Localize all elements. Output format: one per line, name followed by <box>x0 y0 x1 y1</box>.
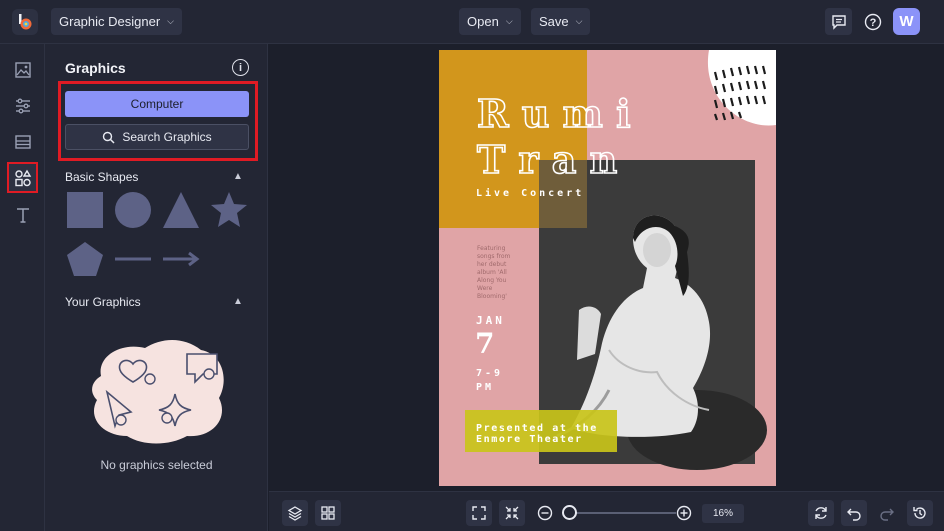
graphics-panel: Graphics i Computer Search Graphics Basi… <box>45 44 268 531</box>
expand-icon <box>472 506 486 520</box>
search-graphics-label: Search Graphics <box>122 130 212 144</box>
zoom-slider-handle[interactable] <box>562 505 577 520</box>
panel-title: Graphics <box>65 60 126 76</box>
help-button[interactable]: ? <box>859 8 886 35</box>
top-bar: Graphic Designer ⌵ Open ⌵ Save ⌵ ? W <box>0 0 944 44</box>
blurb-line: Along You <box>477 277 507 284</box>
poster-blurb: Featuring songs from her debut album 'Al… <box>477 245 511 300</box>
user-avatar[interactable]: W <box>893 8 920 35</box>
open-label: Open <box>467 14 499 29</box>
poster-subtitle: Live Concert <box>476 187 584 199</box>
star-shape[interactable] <box>209 192 249 228</box>
blurb-line: Featuring <box>477 245 506 252</box>
empty-graphics-illustration <box>92 340 224 444</box>
poster-presented-line2: Enmore Theater <box>476 434 583 445</box>
poster-presented-line1: Presented at the <box>476 423 598 434</box>
rail-adjust-button[interactable] <box>7 90 38 121</box>
tool-rail <box>0 44 45 531</box>
layout-icon <box>14 134 31 149</box>
rail-graphics-button[interactable] <box>7 162 38 193</box>
fit-screen-button[interactable] <box>466 500 492 526</box>
grid-button[interactable] <box>315 500 341 526</box>
search-icon <box>103 131 115 144</box>
poster-art: R u m i T r a n Live Concert Featuring s… <box>439 50 776 470</box>
comment-icon <box>831 14 846 30</box>
image-icon <box>14 61 31 78</box>
zoom-in-icon[interactable] <box>676 505 692 521</box>
svg-text:?: ? <box>869 17 876 29</box>
pentagon-shape[interactable] <box>65 242 105 278</box>
sliders-icon <box>15 98 30 113</box>
chevron-down-icon: ⌵ <box>167 16 174 26</box>
history-button[interactable] <box>907 500 933 526</box>
blurb-line: album 'All <box>477 269 507 276</box>
poster-day: 7 <box>475 327 494 360</box>
poster-time-line1: 7-9 <box>476 368 503 379</box>
open-dropdown[interactable]: Open ⌵ <box>459 8 521 35</box>
actual-size-button[interactable] <box>499 500 525 526</box>
redo-icon <box>880 508 894 521</box>
text-icon <box>16 207 29 223</box>
chevron-down-icon: ⌵ <box>505 16 513 26</box>
refresh-button[interactable] <box>808 500 834 526</box>
refresh-icon <box>815 507 827 519</box>
design-type-label: Graphic Designer <box>59 14 161 29</box>
comments-button[interactable] <box>825 8 852 35</box>
info-icon[interactable]: i <box>232 59 249 76</box>
undo-button[interactable] <box>841 500 867 526</box>
save-dropdown[interactable]: Save ⌵ <box>531 8 591 35</box>
layers-icon <box>287 506 303 521</box>
design-type-dropdown[interactable]: Graphic Designer ⌵ <box>51 8 182 35</box>
bottom-toolbar: 16% <box>269 491 944 531</box>
blurb-line: her debut <box>477 261 507 268</box>
poster-time-line2: PM <box>476 382 494 393</box>
triangle-shape[interactable] <box>161 192 201 228</box>
square-shape[interactable] <box>65 192 105 228</box>
empty-graphics-text: No graphics selected <box>100 458 213 472</box>
poster-month: JAN <box>476 314 505 327</box>
zoom-level[interactable]: 16% <box>702 504 744 523</box>
undo-icon <box>847 508 861 521</box>
befunky-logo-icon <box>19 14 32 30</box>
chevron-down-icon: ⌵ <box>575 16 583 26</box>
help-icon: ? <box>864 13 881 30</box>
line-shape[interactable] <box>113 242 153 278</box>
layers-button[interactable] <box>282 500 308 526</box>
app-logo[interactable] <box>12 9 38 35</box>
blurb-line: Blooming' <box>477 293 507 300</box>
zoom-out-icon[interactable] <box>537 505 553 521</box>
computer-upload-button[interactable]: Computer <box>65 91 249 117</box>
arrow-shape[interactable] <box>161 242 201 278</box>
poster-title-line1: R u m i <box>477 91 631 136</box>
basic-shapes-header[interactable]: Basic Shapes <box>65 170 138 184</box>
rail-image-button[interactable] <box>7 54 38 85</box>
compress-icon <box>505 506 519 520</box>
blurb-line: songs from <box>477 253 511 260</box>
zoom-slider-track[interactable] <box>566 512 676 514</box>
grid-icon <box>321 506 335 520</box>
search-graphics-button[interactable]: Search Graphics <box>65 124 249 150</box>
save-label: Save <box>539 14 569 29</box>
your-graphics-header[interactable]: Your Graphics <box>65 295 141 309</box>
chevron-up-icon[interactable]: ▲ <box>233 171 243 182</box>
chevron-up-icon[interactable]: ▲ <box>233 296 243 307</box>
redo-button[interactable] <box>874 500 900 526</box>
circle-shape[interactable] <box>113 192 153 228</box>
poster-canvas[interactable]: R u m i T r a n Live Concert Featuring s… <box>439 50 776 486</box>
poster-title-line2: T r a n <box>477 137 617 182</box>
rail-text-button[interactable] <box>7 199 38 230</box>
history-icon <box>913 507 926 519</box>
rail-layout-button[interactable] <box>7 126 38 157</box>
shapes-icon <box>14 169 31 186</box>
blurb-line: Were <box>477 285 493 292</box>
